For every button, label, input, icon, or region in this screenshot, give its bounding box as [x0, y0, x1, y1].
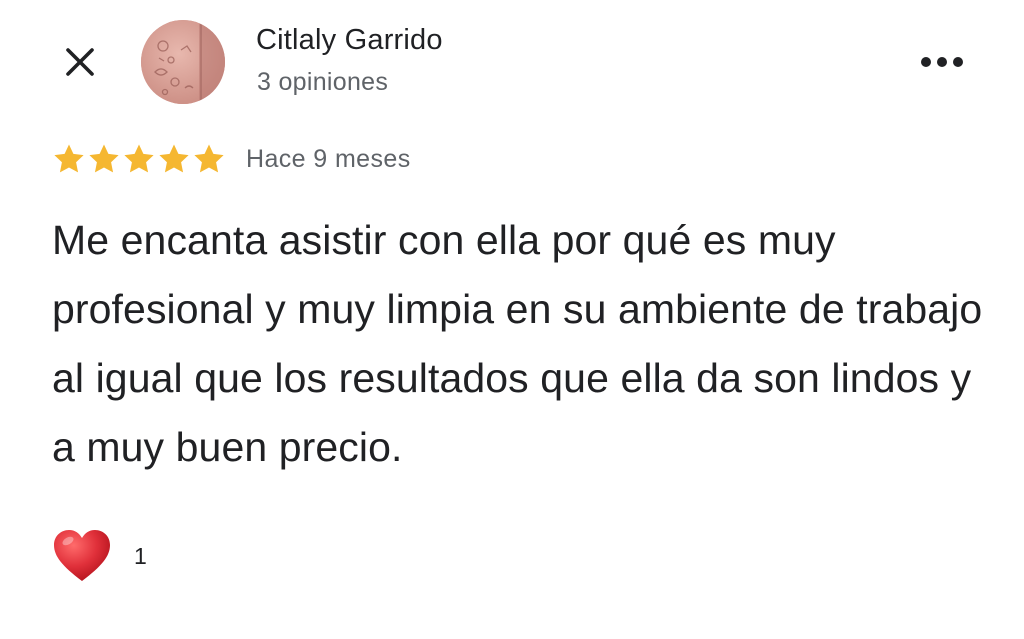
star-icon: [159, 144, 189, 173]
rating-row: Hace 9 meses: [52, 142, 411, 176]
review-age: Hace 9 meses: [246, 144, 411, 173]
reaction-count: 1: [134, 542, 147, 569]
star-icon: [89, 144, 119, 173]
star-rating: [52, 142, 226, 176]
review-text: Me encanta asistir con ella por qué es m…: [52, 217, 983, 470]
heart-icon: [54, 530, 110, 581]
star-icon: [54, 144, 84, 173]
avatar-image: [141, 20, 225, 104]
star-icon: [124, 144, 154, 173]
more-horizontal-icon: [921, 57, 963, 67]
review-card: Citlaly Garrido 3 opiniones Hace 9 meses…: [0, 0, 1024, 639]
avatar[interactable]: [141, 20, 225, 104]
reviewer-name[interactable]: Citlaly Garrido: [256, 24, 443, 57]
close-icon: [66, 48, 94, 76]
close-button[interactable]: [56, 38, 104, 86]
like-reaction-button[interactable]: 1: [52, 528, 147, 584]
more-options-button[interactable]: [916, 44, 968, 80]
reviewer-review-count: 3 opiniones: [257, 68, 389, 96]
star-icon: [194, 144, 224, 173]
